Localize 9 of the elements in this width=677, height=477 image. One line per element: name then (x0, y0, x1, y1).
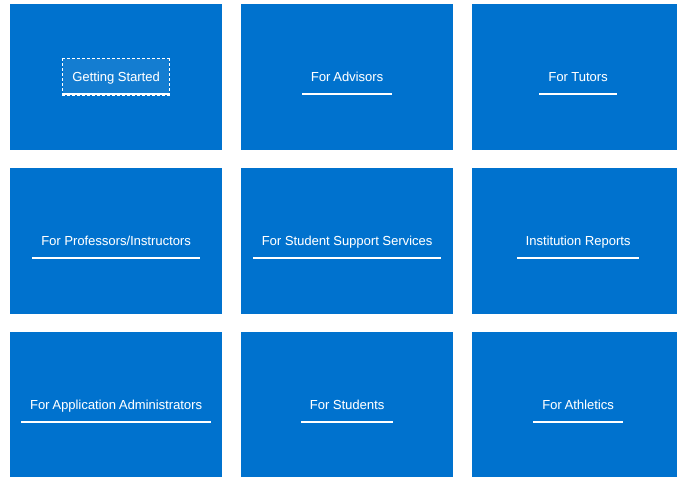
tile-link[interactable]: For Athletics (533, 387, 623, 423)
tile-link[interactable]: For Students (300, 387, 394, 423)
tile-link[interactable]: For Advisors (302, 59, 392, 95)
tile-link[interactable]: For Professors/Instructors (32, 223, 200, 259)
tile-link[interactable]: For Tutors (539, 59, 617, 95)
tile-link[interactable]: For Student Support Services (252, 223, 442, 259)
tile-link[interactable]: Institution Reports (516, 223, 640, 259)
tile-link[interactable]: Getting Started (63, 59, 169, 95)
tile-link[interactable]: For Application Administrators (21, 387, 211, 423)
